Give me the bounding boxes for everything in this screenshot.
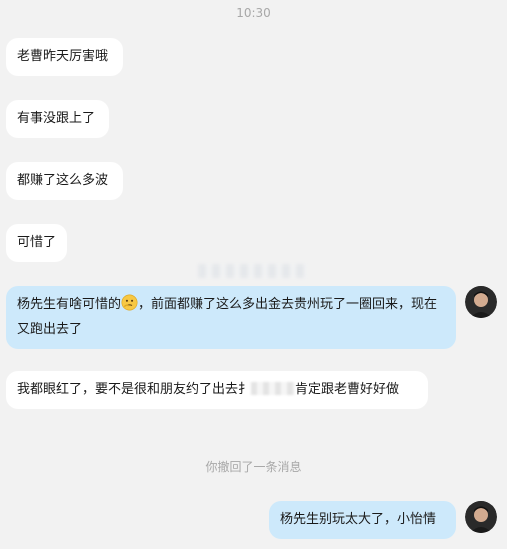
message-text: 杨先生有啥可惜的: [17, 297, 122, 312]
message-text: 肯定跟老曹好好做: [295, 382, 400, 397]
message-bubble-incoming[interactable]: 可惜了: [6, 224, 67, 262]
blurred-watermark: [198, 264, 308, 278]
message-text: 我都眼红了，要不是很和朋友约了出去扌: [17, 382, 252, 397]
message-text: 有事没跟上了: [17, 111, 96, 126]
thinking-face-icon: [121, 294, 138, 319]
timestamp: 10:30: [236, 6, 271, 20]
message-text: 都赚了这么多波: [17, 173, 109, 188]
message-bubble-incoming[interactable]: 有事没跟上了: [6, 100, 109, 138]
message-text: 可惜了: [17, 235, 57, 250]
message-bubble-outgoing[interactable]: 杨先生有啥可惜的 ，前面都赚了这么多出金去贵州玩了一圈回来，现在又跑出去了: [6, 286, 456, 349]
message-bubble-incoming[interactable]: 我都眼红了，要不是很和朋友约了出去扌 肯定跟老曹好好做: [6, 371, 428, 409]
avatar[interactable]: [465, 286, 497, 318]
message-bubble-incoming[interactable]: 老曹昨天厉害哦: [6, 38, 123, 76]
avatar[interactable]: [465, 501, 497, 533]
message-bubble-incoming[interactable]: 都赚了这么多波: [6, 162, 123, 200]
message-text: 老曹昨天厉害哦: [17, 49, 109, 64]
message-text: 杨先生别玩太大了，小怡情: [280, 512, 437, 527]
message-bubble-outgoing[interactable]: 杨先生别玩太大了，小怡情: [269, 501, 456, 539]
redacted-text: [251, 382, 296, 395]
recall-notice: 你撤回了一条消息: [205, 460, 302, 474]
